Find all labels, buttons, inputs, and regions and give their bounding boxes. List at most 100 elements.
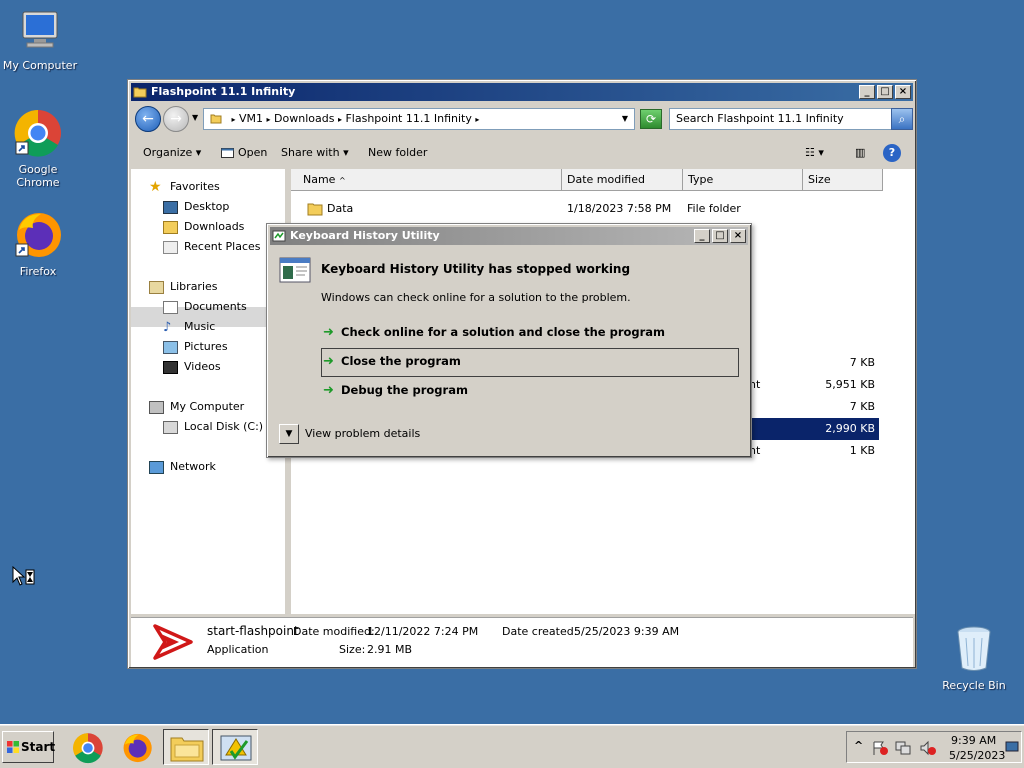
- recent-pages-dropdown[interactable]: ▼: [192, 113, 198, 122]
- show-desktop-icon[interactable]: [1005, 741, 1019, 753]
- nav-item-libraries[interactable]: Libraries: [149, 277, 218, 297]
- address-bar[interactable]: ▸ VM1 ▸ Downloads ▸ Flashpoint 11.1 Infi…: [203, 108, 635, 130]
- green-arrow-icon: ➜: [323, 383, 334, 398]
- action-center-flag-icon[interactable]: [871, 740, 889, 756]
- network-icon: [149, 460, 164, 474]
- details-pane: start-flashpoint Application Date modifi…: [131, 617, 913, 667]
- maximize-button[interactable]: □: [712, 229, 728, 243]
- desktop-icon-recycle-bin[interactable]: Recycle Bin: [934, 624, 1014, 692]
- pictures-icon: [163, 340, 178, 354]
- nav-item-desktop[interactable]: Desktop: [163, 197, 229, 217]
- chevron-down-icon[interactable]: ▼: [279, 424, 299, 444]
- app-icon: [272, 230, 286, 242]
- forward-button[interactable]: →: [163, 106, 189, 132]
- star-icon: ★: [149, 178, 162, 195]
- navigation-pane: ★ Favorites Desktop Downloads Recent Plac…: [131, 169, 288, 614]
- debug-program-option[interactable]: ➜ Debug the program: [323, 379, 468, 401]
- network-status-icon[interactable]: [895, 740, 913, 756]
- breadcrumb-downloads[interactable]: Downloads: [274, 112, 334, 125]
- dialog-titlebar[interactable]: Keyboard History Utility _ □ ×: [270, 227, 748, 245]
- details-file-name: start-flashpoint: [207, 624, 299, 638]
- nav-item-documents[interactable]: Documents: [163, 297, 247, 317]
- nav-item-my-computer[interactable]: My Computer: [149, 397, 244, 417]
- details-date-modified-label: Date modified:: [293, 625, 375, 638]
- column-header-size[interactable]: Size: [803, 169, 883, 191]
- check-online-option[interactable]: ➜ Check online for a solution and close t…: [323, 321, 665, 343]
- system-tray: ^ 9:39 AM 5/25/2023: [846, 731, 1022, 763]
- show-hidden-icons-chevron-icon[interactable]: ^: [854, 739, 863, 752]
- taskbar-firefox[interactable]: [113, 729, 159, 765]
- table-row[interactable]: Data 1/18/2023 7:58 PM File folder: [291, 198, 915, 220]
- nav-item-music[interactable]: ♪ Music: [163, 317, 215, 337]
- explorer-titlebar[interactable]: Flashpoint 11.1 Infinity _ □ ×: [131, 83, 913, 101]
- folder-icon: [210, 114, 222, 124]
- volume-muted-icon[interactable]: [919, 740, 937, 756]
- minimize-button[interactable]: _: [859, 85, 875, 99]
- refresh-button[interactable]: ⟳: [640, 109, 662, 129]
- taskbar-chrome[interactable]: [64, 729, 110, 765]
- libraries-icon: [149, 280, 164, 294]
- help-icon[interactable]: ?: [883, 144, 901, 162]
- desktop-icon-firefox[interactable]: Firefox: [0, 210, 78, 278]
- nav-item-network[interactable]: Network: [149, 457, 216, 477]
- videos-icon: [163, 360, 178, 374]
- column-header-date-modified[interactable]: Date modified: [562, 169, 683, 191]
- maximize-button[interactable]: □: [877, 85, 893, 99]
- nav-item-videos[interactable]: Videos: [163, 357, 221, 377]
- column-header-name[interactable]: Name ^: [291, 169, 562, 191]
- close-program-option[interactable]: ➜ Close the program: [323, 350, 461, 372]
- start-button[interactable]: Start: [2, 731, 55, 763]
- flashpoint-app-icon: [153, 624, 193, 660]
- clock-date[interactable]: 5/25/2023: [949, 749, 1005, 762]
- row-type: File folder: [687, 202, 741, 215]
- address-dropdown-icon[interactable]: ▼: [622, 109, 628, 129]
- organize-button[interactable]: Organize ▾: [143, 138, 201, 168]
- taskbar-explorer[interactable]: [163, 729, 209, 765]
- nav-item-favorites[interactable]: ★ Favorites: [149, 177, 220, 197]
- recent-places-icon: [163, 240, 178, 254]
- desktop-icon-label: Google Chrome: [16, 163, 60, 189]
- details-file-type: Application: [207, 643, 269, 656]
- firefox-icon: [123, 733, 152, 763]
- back-button[interactable]: ←: [135, 106, 161, 132]
- minimize-button[interactable]: _: [694, 229, 710, 243]
- folder-icon: [307, 203, 323, 216]
- nav-item-recent-places[interactable]: Recent Places: [163, 237, 261, 257]
- desktop-icon-label: Firefox: [19, 265, 57, 278]
- taskbar-error-reporting[interactable]: [212, 729, 258, 765]
- music-icon: ♪: [163, 319, 172, 335]
- new-folder-button[interactable]: New folder: [368, 138, 427, 168]
- dialog-heading: Keyboard History Utility has stopped wor…: [321, 262, 631, 276]
- clock-time[interactable]: 9:39 AM: [951, 734, 996, 747]
- breadcrumb-flashpoint[interactable]: Flashpoint 11.1 Infinity: [345, 112, 471, 125]
- nav-item-downloads[interactable]: Downloads: [163, 217, 244, 237]
- green-arrow-icon: ➜: [323, 325, 334, 340]
- desktop-icon-my-computer[interactable]: My Computer: [0, 8, 80, 72]
- recycle-bin-icon: [957, 626, 991, 671]
- chrome-icon: [14, 109, 61, 157]
- nav-item-local-disk[interactable]: Local Disk (C:): [163, 417, 263, 437]
- dialog-title: Keyboard History Utility: [290, 229, 440, 242]
- taskbar: Start ^ 9:39 AM 5/25/2023: [0, 724, 1024, 768]
- share-with-button[interactable]: Share with ▾: [281, 138, 349, 168]
- desktop-icon-google-chrome[interactable]: Google Chrome: [0, 108, 78, 189]
- busy-cursor-icon: [12, 566, 35, 586]
- details-date-created-label: Date created:: [502, 625, 578, 638]
- close-button[interactable]: ×: [730, 229, 746, 243]
- close-button[interactable]: ×: [895, 85, 911, 99]
- view-problem-details[interactable]: View problem details: [305, 427, 420, 440]
- row-date: 1/18/2023 7:58 PM: [567, 202, 672, 215]
- computer-icon: [149, 400, 164, 414]
- details-date-created: 5/25/2023 9:39 AM: [574, 625, 680, 638]
- nav-item-pictures[interactable]: Pictures: [163, 337, 228, 357]
- search-icon[interactable]: ⌕: [891, 108, 913, 130]
- computer-icon: [22, 11, 58, 48]
- preview-pane-icon[interactable]: ▥: [855, 138, 865, 168]
- breadcrumb-vm1[interactable]: VM1: [239, 112, 263, 125]
- folder-icon: [133, 87, 147, 98]
- details-size: 2.91 MB: [367, 643, 413, 656]
- view-options-icon[interactable]: ☷ ▾: [805, 138, 824, 168]
- search-input[interactable]: Search Flashpoint 11.1 Infinity: [669, 108, 893, 130]
- column-header-type[interactable]: Type: [683, 169, 803, 191]
- open-button[interactable]: Open: [221, 138, 267, 168]
